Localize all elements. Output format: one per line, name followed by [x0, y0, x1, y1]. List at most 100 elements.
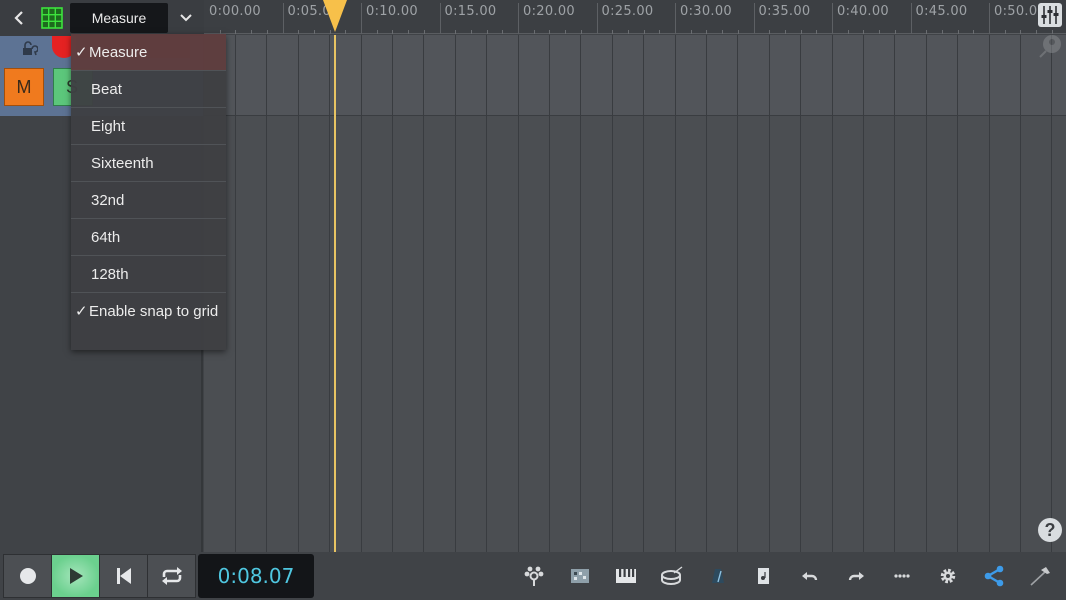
ruler-minor-tick [565, 30, 567, 34]
ruler-time-label: 0:40.00 [837, 4, 889, 19]
ruler-major-tick [596, 3, 598, 34]
play-button[interactable] [52, 555, 100, 597]
settings-icon[interactable] [936, 564, 960, 588]
snap-option-measure[interactable]: ✓Measure [71, 34, 226, 71]
ruler-major-tick [675, 3, 676, 34]
record-button[interactable] [4, 555, 52, 597]
ruler-minor-tick [549, 30, 551, 34]
snap-dropdown-button[interactable] [174, 4, 198, 32]
drum-icon[interactable] [660, 564, 684, 588]
snap-option-beat[interactable]: Beat [71, 71, 226, 108]
ruler-minor-tick [784, 30, 786, 34]
hammer-icon[interactable] [1028, 564, 1052, 588]
mixer-button[interactable] [1038, 3, 1062, 27]
ruler-major-tick [439, 3, 441, 34]
ruler-minor-tick [235, 30, 237, 34]
grid-line [737, 35, 739, 552]
grid-line [988, 35, 990, 552]
ruler-minor-tick [423, 30, 425, 34]
ruler-minor-tick [408, 30, 410, 34]
ruler-minor-tick [1020, 30, 1022, 34]
ruler-minor-tick [690, 30, 692, 34]
lock-icon[interactable] [20, 40, 38, 58]
snap-option-64th[interactable]: 64th [71, 219, 226, 256]
ruler-minor-tick [926, 30, 928, 34]
redo-icon[interactable] [844, 564, 868, 588]
check-icon: ✓ [75, 44, 88, 61]
grid-line [1020, 35, 1021, 552]
snap-dropdown-menu: ✓Measure Beat Eight Sixteenth 32nd 64th … [71, 34, 226, 350]
ruler-minor-tick [879, 30, 881, 34]
loop-button[interactable] [148, 555, 196, 597]
ruler-minor-tick [502, 30, 504, 34]
ruler-major-tick [989, 3, 990, 34]
ruler-minor-tick [722, 30, 724, 34]
fx-icon[interactable] [522, 564, 546, 588]
ruler-time-label: 0:45.00 [915, 4, 968, 19]
ruler-time-label: 0:25.00 [601, 4, 654, 19]
grid-line [611, 35, 613, 552]
ruler-minor-tick [706, 30, 708, 34]
undo-icon[interactable] [798, 564, 822, 588]
pad-icon[interactable] [568, 564, 592, 588]
grid-icon [41, 7, 63, 29]
ruler-minor-tick [266, 30, 268, 34]
grid-line [235, 35, 236, 552]
ruler-minor-tick [470, 30, 472, 34]
snap-option-128th[interactable]: 128th [71, 256, 226, 293]
transport-controls [3, 554, 196, 598]
ruler-minor-tick [392, 30, 394, 34]
ruler-minor-tick [455, 30, 457, 34]
ruler-time-label: 0:30.00 [680, 4, 732, 19]
ruler-minor-tick [957, 30, 959, 34]
snap-option-eight[interactable]: Eight [71, 108, 226, 145]
grid-toggle-button[interactable] [40, 6, 64, 30]
back-button[interactable] [6, 4, 32, 32]
score-icon[interactable] [752, 564, 776, 588]
more-icon[interactable] [890, 564, 914, 588]
ruler-minor-tick [313, 30, 315, 34]
ruler-minor-tick [800, 30, 802, 34]
grid-line [674, 35, 676, 552]
ruler-minor-tick [612, 30, 614, 34]
instrument-icon[interactable] [1036, 33, 1064, 59]
enable-snap-toggle[interactable]: ✓Enable snap to grid [71, 293, 226, 349]
time-display: 0:08.07 [198, 554, 314, 598]
ruler-minor-tick [580, 30, 582, 34]
ruler-time-label: 0:00.00 [209, 4, 261, 19]
grid-line [831, 35, 833, 552]
keyboard-icon[interactable] [614, 564, 638, 588]
ruler-major-tick [910, 3, 912, 34]
ruler-minor-tick [251, 30, 253, 34]
snap-option-sixteenth[interactable]: Sixteenth [71, 145, 226, 182]
ruler-minor-tick [1004, 30, 1006, 34]
grid-line [580, 35, 582, 552]
help-button[interactable]: ? [1038, 518, 1062, 542]
snap-option-32nd[interactable]: 32nd [71, 182, 226, 219]
share-icon[interactable] [982, 564, 1006, 588]
mixer-sliders-icon [1041, 6, 1059, 24]
playhead-handle[interactable] [322, 0, 348, 34]
ruler-major-tick [832, 3, 833, 34]
ruler-minor-tick [533, 30, 535, 34]
metronome-icon[interactable] [706, 564, 730, 588]
mute-button[interactable]: M [4, 68, 44, 106]
ruler-minor-tick [376, 30, 378, 34]
bottom-toolbar: 0:08.07 [0, 552, 1066, 600]
timeline-area[interactable] [204, 35, 1066, 552]
ruler-minor-tick [894, 30, 896, 34]
grid-line [894, 35, 896, 552]
chevron-down-icon [180, 14, 192, 22]
ruler-time-label: 0:35.00 [758, 4, 811, 19]
ruler-minor-tick [643, 30, 645, 34]
grid-line [549, 35, 550, 552]
ruler-minor-tick [737, 30, 739, 34]
ruler-minor-tick [863, 30, 865, 34]
top-toolbar: Measure [0, 0, 204, 36]
grid-line [643, 35, 645, 552]
snap-value-select[interactable]: Measure [70, 3, 168, 33]
loop-icon [162, 567, 182, 585]
ruler-minor-tick [627, 30, 629, 34]
ruler-minor-tick [769, 30, 771, 34]
rewind-button[interactable] [100, 555, 148, 597]
